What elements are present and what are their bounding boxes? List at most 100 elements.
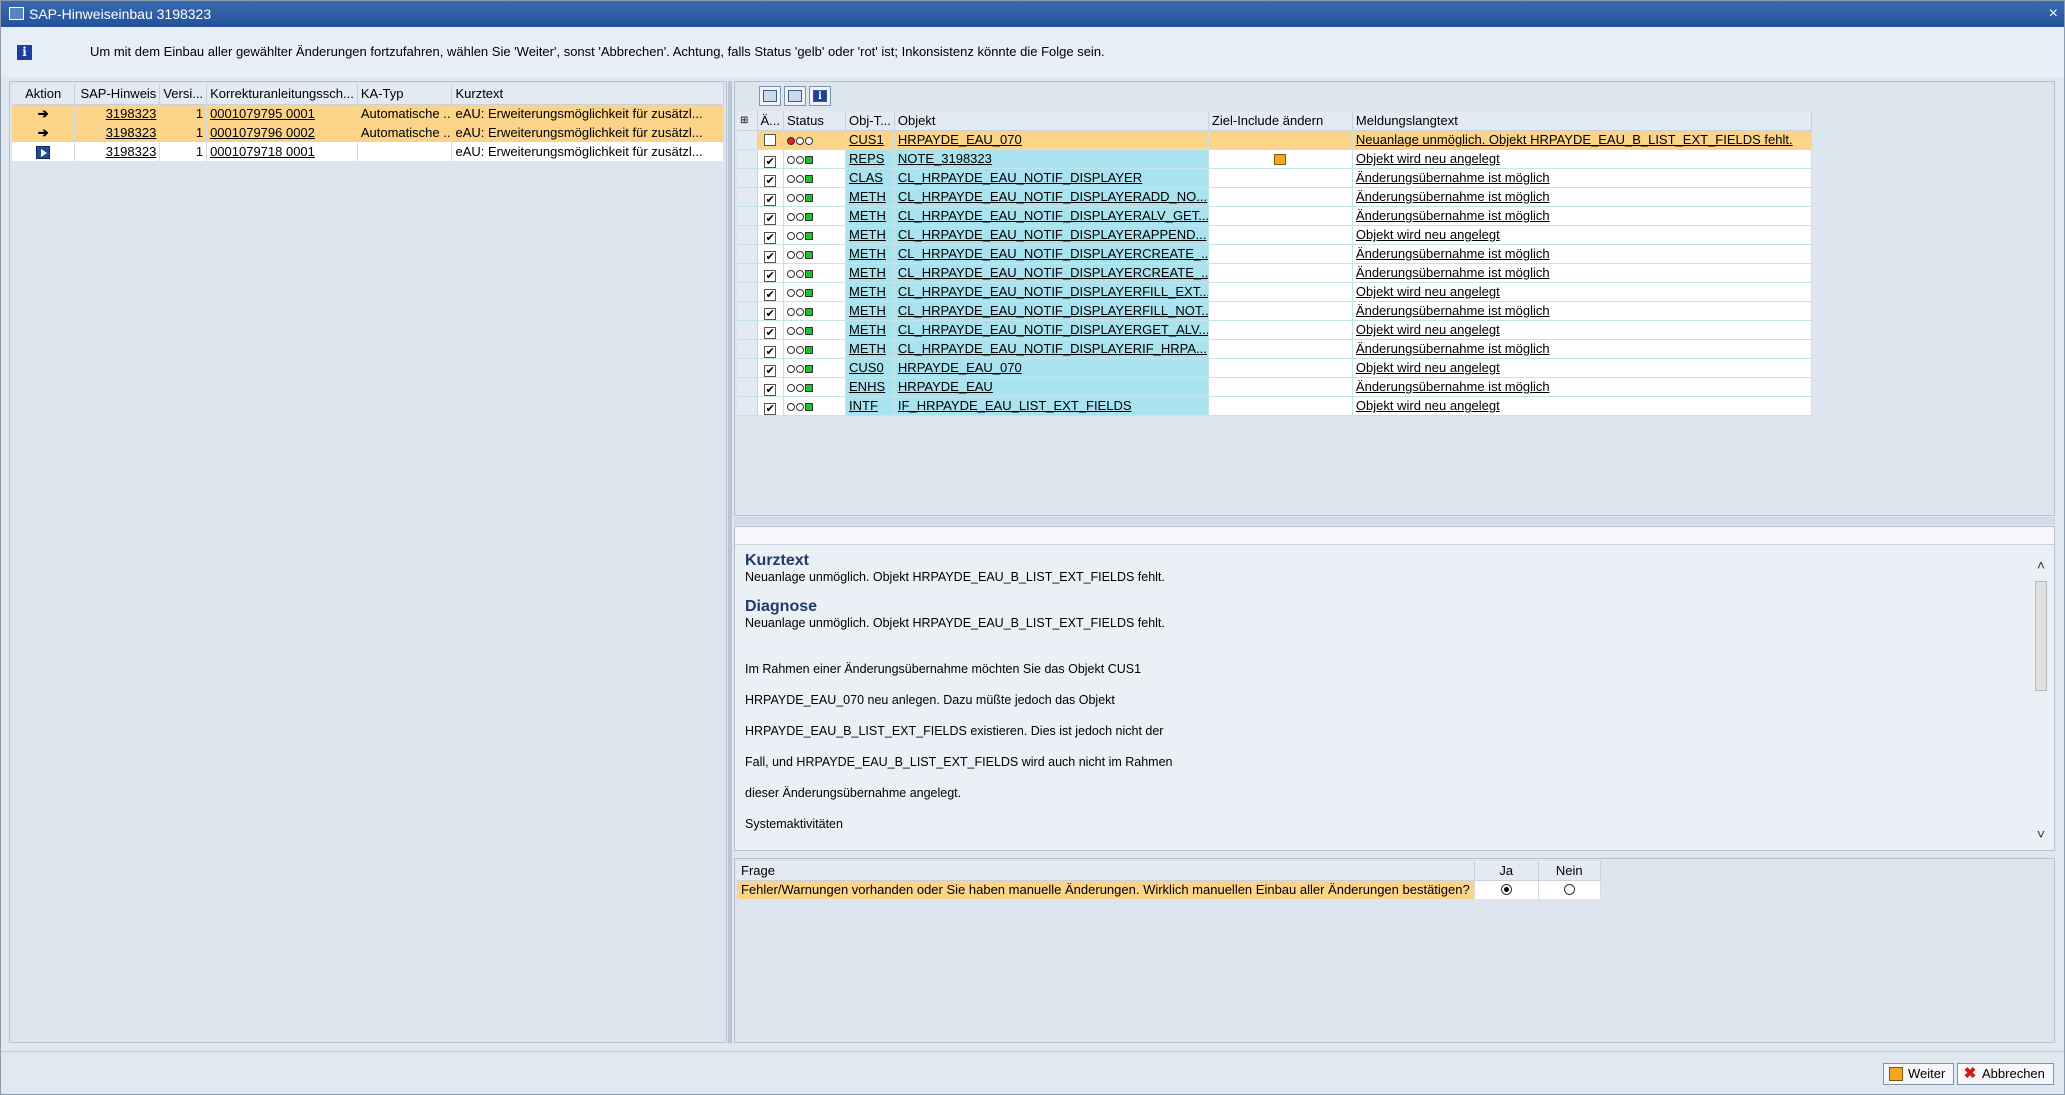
include-checkbox[interactable]: ✔ — [764, 346, 777, 357]
object-link[interactable]: CL_HRPAYDE_EAU_NOTIF_DISPLAYERCREATE_... — [898, 265, 1208, 280]
select-all-button[interactable] — [759, 86, 781, 106]
vertical-splitter[interactable] — [728, 81, 732, 1043]
korrektur-link[interactable]: 0001079718 0001 — [210, 144, 315, 159]
col-sap-hinweis[interactable]: SAP-Hinweis — [74, 84, 161, 105]
table-row[interactable]: ✔ METH CL_HRPAYDE_EAU_NOTIF_DISPLAYERFILL_… — [737, 282, 1812, 302]
object-link[interactable]: HRPAYDE_EAU_070 — [898, 360, 1022, 375]
abbrechen-button[interactable]: ✖ Abbrechen — [1957, 1063, 2054, 1085]
col-version[interactable]: Versi... — [159, 84, 208, 105]
row-selector[interactable] — [737, 187, 758, 207]
message-link[interactable]: Änderungsübernahme ist möglich — [1356, 341, 1550, 356]
col-objekt[interactable]: Objekt — [894, 111, 1209, 131]
object-link[interactable]: CL_HRPAYDE_EAU_NOTIF_DISPLAYERAPPEND... — [898, 227, 1206, 242]
obj-type-link[interactable]: CLAS — [849, 170, 883, 185]
table-row[interactable]: ✔ INTF IF_HRPAYDE_EAU_LIST_EXT_FIELDS Objek… — [737, 396, 1812, 416]
scroll-thumb[interactable] — [2035, 581, 2047, 691]
object-link[interactable]: CL_HRPAYDE_EAU_NOTIF_DISPLAYERALV_GET... — [898, 208, 1208, 223]
message-link[interactable]: Objekt wird neu angelegt — [1356, 398, 1500, 413]
row-selector[interactable] — [737, 225, 758, 245]
object-link[interactable]: IF_HRPAYDE_EAU_LIST_EXT_FIELDS — [898, 398, 1132, 413]
col-aendern[interactable]: Ä... — [757, 111, 785, 131]
object-link[interactable]: CL_HRPAYDE_EAU_NOTIF_DISPLAYERFILL_NOT..… — [898, 303, 1208, 318]
hinweis-link[interactable]: 3198323 — [106, 125, 157, 140]
include-checkbox[interactable]: ✔ — [764, 403, 777, 414]
navigate-button[interactable] — [36, 145, 51, 159]
col-status[interactable]: Status — [783, 111, 847, 131]
table-row[interactable]: CUS1 HRPAYDE_EAU_070 Neuanlage unmöglich. … — [737, 130, 1812, 150]
message-link[interactable]: Änderungsübernahme ist möglich — [1356, 303, 1550, 318]
message-link[interactable]: Objekt wird neu angelegt — [1356, 284, 1500, 299]
obj-type-link[interactable]: METH — [849, 284, 886, 299]
message-link[interactable]: Objekt wird neu angelegt — [1356, 360, 1500, 375]
object-link[interactable]: CL_HRPAYDE_EAU_NOTIF_DISPLAYERGET_ALV... — [898, 322, 1208, 337]
row-selector[interactable] — [737, 244, 758, 264]
object-link[interactable]: NOTE_3198323 — [898, 151, 992, 166]
row-selector[interactable] — [737, 206, 758, 226]
col-obj-typ[interactable]: Obj-T... — [845, 111, 895, 131]
object-link[interactable]: CL_HRPAYDE_EAU_NOTIF_DISPLAYER — [898, 170, 1142, 185]
include-checkbox[interactable]: ✔ — [764, 289, 777, 300]
obj-type-link[interactable]: METH — [849, 189, 886, 204]
message-link[interactable]: Änderungsübernahme ist möglich — [1356, 170, 1550, 185]
col-row-selector[interactable]: ⊞ — [737, 111, 758, 131]
detail-scrollbar[interactable]: ˄ ˅ — [2034, 557, 2048, 842]
obj-type-link[interactable]: METH — [849, 265, 886, 280]
change-include-icon[interactable] — [1274, 154, 1287, 165]
include-checkbox[interactable]: ✔ — [764, 232, 777, 243]
table-row[interactable]: ✔ METH CL_HRPAYDE_EAU_NOTIF_DISPLAYERIF_HR… — [737, 339, 1812, 359]
radio-nein[interactable] — [1563, 884, 1575, 896]
message-link[interactable]: Neuanlage unmöglich. Objekt HRPAYDE_EAU_… — [1356, 132, 1793, 147]
deselect-all-button[interactable] — [784, 86, 806, 106]
col-korrektur[interactable]: Korrekturanleitungssch... — [206, 84, 358, 105]
table-row[interactable]: ✔ ENHS HRPAYDE_EAU Änderungsübernahme ist m… — [737, 377, 1812, 397]
table-row[interactable]: ✔ METH CL_HRPAYDE_EAU_NOTIF_DISPLAYERCREAT… — [737, 244, 1812, 264]
include-checkbox[interactable]: ✔ — [764, 194, 777, 205]
obj-type-link[interactable]: METH — [849, 208, 886, 223]
hinweis-link[interactable]: 3198323 — [106, 106, 157, 121]
include-checkbox[interactable] — [764, 134, 777, 146]
obj-type-link[interactable]: METH — [849, 227, 886, 242]
include-checkbox[interactable]: ✔ — [764, 156, 777, 167]
table-row[interactable]: ✔ METH CL_HRPAYDE_EAU_NOTIF_DISPLAYERALV_G… — [737, 206, 1812, 226]
col-aktion[interactable]: Aktion — [12, 84, 76, 105]
arrow-right-icon[interactable]: ➔ — [38, 106, 49, 122]
include-checkbox[interactable]: ✔ — [764, 384, 777, 395]
col-meldung[interactable]: Meldungslangtext — [1352, 111, 1812, 131]
table-row[interactable]: 3198323 1 0001079718 0001 eAU: Erweiteru… — [12, 142, 724, 161]
object-link[interactable]: HRPAYDE_EAU — [898, 379, 993, 394]
include-checkbox[interactable]: ✔ — [764, 251, 777, 262]
obj-type-link[interactable]: ENHS — [849, 379, 885, 394]
korrektur-link[interactable]: 0001079796 0002 — [210, 125, 315, 140]
table-row[interactable]: ✔ METH CL_HRPAYDE_EAU_NOTIF_DISPLAYERFILL_… — [737, 301, 1812, 321]
message-link[interactable]: Änderungsübernahme ist möglich — [1356, 189, 1550, 204]
row-selector[interactable] — [737, 263, 758, 283]
message-link[interactable]: Objekt wird neu angelegt — [1356, 151, 1500, 166]
message-link[interactable]: Änderungsübernahme ist möglich — [1356, 208, 1550, 223]
include-checkbox[interactable]: ✔ — [764, 327, 777, 338]
scroll-down-icon[interactable]: ˅ — [2034, 826, 2048, 842]
row-selector[interactable] — [737, 358, 758, 378]
row-selector[interactable] — [737, 377, 758, 397]
table-row[interactable]: ✔ CLAS CL_HRPAYDE_EAU_NOTIF_DISPLAYER Änder… — [737, 168, 1812, 188]
table-row[interactable]: ✔ METH CL_HRPAYDE_EAU_NOTIF_DISPLAYERAPPEN… — [737, 225, 1812, 245]
table-row[interactable]: ✔ METH CL_HRPAYDE_EAU_NOTIF_DISPLAYERCREAT… — [737, 263, 1812, 283]
scroll-up-icon[interactable]: ˄ — [2034, 557, 2048, 573]
include-checkbox[interactable]: ✔ — [764, 213, 777, 224]
include-checkbox[interactable]: ✔ — [764, 365, 777, 376]
row-selector[interactable] — [737, 149, 758, 169]
hinweis-link[interactable]: 3198323 — [106, 144, 157, 159]
object-link[interactable]: CL_HRPAYDE_EAU_NOTIF_DISPLAYERCREATE_... — [898, 246, 1208, 261]
object-link[interactable]: CL_HRPAYDE_EAU_NOTIF_DISPLAYERADD_NO... — [898, 189, 1207, 204]
include-checkbox[interactable]: ✔ — [764, 308, 777, 319]
obj-type-link[interactable]: METH — [849, 322, 886, 337]
obj-type-link[interactable]: REPS — [849, 151, 884, 166]
message-link[interactable]: Objekt wird neu angelegt — [1356, 227, 1500, 242]
table-row[interactable]: ✔ REPS NOTE_3198323 Objekt wird neu angeleg… — [737, 149, 1812, 169]
object-link[interactable]: CL_HRPAYDE_EAU_NOTIF_DISPLAYERFILL_EXT..… — [898, 284, 1208, 299]
row-selector[interactable] — [737, 339, 758, 359]
row-selector[interactable] — [737, 168, 758, 188]
col-ziel-include[interactable]: Ziel-Include ändern — [1208, 111, 1353, 131]
col-ka-typ[interactable]: KA-Typ — [357, 84, 453, 105]
info-button[interactable]: i — [809, 86, 831, 106]
table-row[interactable]: ➔ 3198323 1 0001079796 0002 Automatische… — [12, 123, 724, 142]
